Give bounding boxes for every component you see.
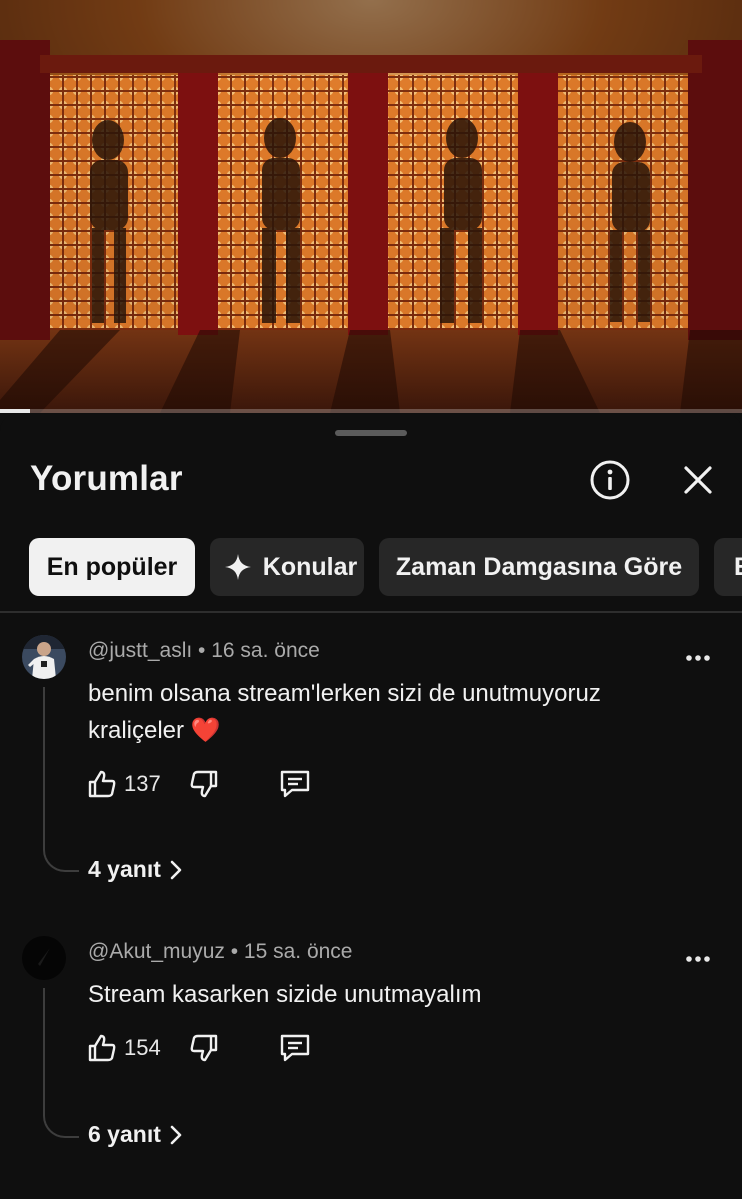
more-options-button[interactable] xyxy=(676,944,720,974)
reply-button[interactable] xyxy=(278,1028,312,1068)
comment-reply-icon xyxy=(280,1034,310,1062)
chip-timestamps[interactable]: Zaman Damgasına Göre xyxy=(379,538,699,596)
avatar[interactable] xyxy=(22,936,66,980)
view-replies-button[interactable]: 4 yanıt xyxy=(88,856,183,883)
drag-handle[interactable] xyxy=(335,430,407,436)
like-count: 154 xyxy=(124,1035,161,1060)
comment-time: 16 sa. önce xyxy=(211,639,320,662)
like-count: 137 xyxy=(124,771,161,796)
sort-chips: En popüler Konular Zaman Damgasına Göre … xyxy=(0,538,742,598)
thread-line xyxy=(43,988,79,1138)
chip-topics[interactable]: Konular xyxy=(210,538,364,596)
chevron-right-icon xyxy=(169,1124,183,1146)
comment-text: benim olsana stream'lerken sizi de unutm… xyxy=(88,680,601,744)
comment-time: 15 sa. önce xyxy=(243,940,353,963)
more-vert-icon xyxy=(686,956,710,962)
chip-label: Zaman Damgasına Göre xyxy=(395,552,683,581)
comment-author[interactable]: @justt_aslı xyxy=(88,639,192,662)
reply-button[interactable] xyxy=(278,764,312,804)
like-button[interactable]: 137 xyxy=(86,764,161,804)
chip-top-comments[interactable]: En popüler xyxy=(29,538,195,596)
like-button[interactable]: 154 xyxy=(86,1028,161,1068)
chip-label: En popüler xyxy=(46,552,178,581)
comment-author[interactable]: @Akut_muyuz xyxy=(88,940,225,963)
thread-line xyxy=(43,687,79,872)
chevron-right-icon xyxy=(169,859,183,881)
more-options-button[interactable] xyxy=(676,643,720,673)
thumbs-down-icon xyxy=(190,770,218,798)
video-player[interactable] xyxy=(0,0,742,413)
comments-sheet: Yorumlar En popüler Konular Zaman Damgas… xyxy=(0,413,742,1199)
more-vert-icon xyxy=(686,655,710,661)
replies-count: 4 yanıt xyxy=(88,856,161,882)
dislike-button[interactable] xyxy=(188,1028,220,1068)
comment-meta: @Akut_muyuz • 15 sa. önce xyxy=(88,940,353,964)
view-replies-button[interactable]: 6 yanıt xyxy=(88,1121,183,1148)
close-icon xyxy=(684,466,712,494)
meta-separator: • xyxy=(198,639,212,662)
sheet-title: Yorumlar xyxy=(30,459,183,498)
info-button[interactable] xyxy=(586,456,634,504)
chip-label: E xyxy=(734,553,742,582)
chip-partial[interactable]: E xyxy=(714,538,742,596)
divider xyxy=(0,611,742,613)
comment-actions: 137 xyxy=(86,764,346,804)
video-frame xyxy=(0,0,742,413)
info-icon xyxy=(590,460,630,500)
sparkle-icon xyxy=(223,552,253,582)
replies-count: 6 yanıt xyxy=(88,1121,161,1147)
comment-text: Stream kasarken sizide unutmayalım xyxy=(88,981,482,1008)
thumbs-up-icon xyxy=(88,770,116,798)
dislike-button[interactable] xyxy=(188,764,220,804)
chip-label: Konular xyxy=(262,552,358,581)
thumbs-down-icon xyxy=(190,1034,218,1062)
avatar[interactable] xyxy=(22,635,66,679)
close-button[interactable] xyxy=(674,456,722,504)
thumbs-up-icon xyxy=(88,1034,116,1062)
comment-reply-icon xyxy=(280,770,310,798)
app-root: Yorumlar En popüler Konular Zaman Damgas… xyxy=(0,0,742,1199)
comment-meta: @justt_aslı • 16 sa. önce xyxy=(88,639,320,663)
comment-actions: 154 xyxy=(86,1028,346,1068)
meta-separator: • xyxy=(230,940,244,963)
